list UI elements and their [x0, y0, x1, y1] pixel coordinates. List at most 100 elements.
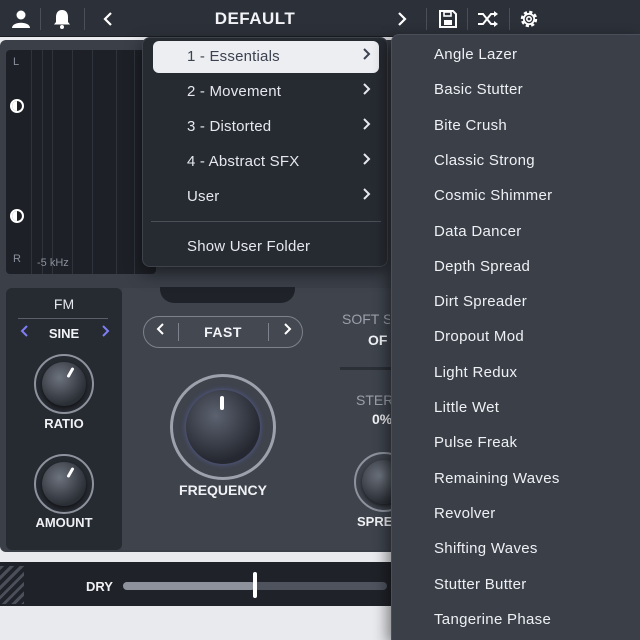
panel-notch [160, 287, 295, 303]
spectrum-analyzer: L R -5 kHz [6, 50, 156, 274]
preset-menu-item[interactable]: Light Redux [392, 355, 640, 390]
menu-item-show-user-folder[interactable]: Show User Folder [153, 231, 379, 263]
divider [84, 8, 85, 30]
amount-label: AMOUNT [35, 515, 93, 530]
preset-menu-item-label: Shifting Waves [434, 540, 538, 558]
amount-knob[interactable] [34, 454, 94, 514]
preset-menu-item[interactable]: Cosmic Shimmer [392, 178, 640, 213]
preset-menu-item[interactable]: Depth Spread [392, 249, 640, 284]
preset-menu-item[interactable]: Shifting Waves [392, 531, 640, 566]
preset-menu-item-label: Stutter Butter [434, 575, 527, 593]
preset-menu-item[interactable]: Data Dancer [392, 214, 640, 249]
decorative-stripes [0, 566, 24, 604]
preset-menu-item-label: Classic Strong [434, 151, 535, 169]
fm-panel: FM SINE RATIO AMOUNT [6, 288, 122, 550]
menu-divider [151, 221, 381, 222]
preset-menu-item[interactable]: Tangerine Phase [392, 602, 640, 637]
channel-left-label: L [13, 56, 20, 68]
menu-item-essentials[interactable]: 1 - Essentials [153, 41, 379, 73]
top-bar: DEFAULT [0, 0, 640, 37]
preset-menu-item-label: Data Dancer [434, 222, 522, 240]
menu-item-movement[interactable]: 2 - Movement [153, 76, 379, 108]
menu-item-label: 1 - Essentials [187, 48, 280, 65]
soft-saturation-value[interactable]: OF [368, 332, 392, 348]
preset-submenu: Angle Lazer Basic Stutter Bite Crush Classi… [391, 34, 640, 640]
channel-right-label: R [13, 253, 21, 265]
preset-menu-item-label: Bite Crush [434, 116, 508, 134]
speed-selector[interactable]: FAST [143, 316, 303, 348]
preset-menu-item[interactable]: Revolver [392, 496, 640, 531]
menu-item-label: 4 - Abstract SFX [187, 153, 300, 170]
chevron-right-icon [362, 181, 371, 213]
preset-menu-item[interactable]: Classic Strong [392, 143, 640, 178]
half-circle-icon[interactable] [10, 209, 24, 223]
preset-menu-item-label: Dirt Spreader [434, 293, 528, 311]
stereo-label: STER [356, 392, 392, 408]
chevron-right-icon[interactable] [392, 0, 412, 37]
soft-saturation-label: SOFT S [342, 311, 390, 327]
save-icon[interactable] [436, 0, 460, 37]
divider [40, 8, 41, 30]
chevron-right-icon [362, 111, 371, 143]
chevron-left-icon[interactable] [20, 324, 30, 342]
dry-label: DRY [86, 579, 113, 594]
ratio-knob[interactable] [34, 354, 94, 414]
shuffle-icon[interactable] [474, 0, 502, 37]
grid-line [72, 50, 73, 274]
preset-menu-item[interactable]: Basic Stutter [392, 72, 640, 107]
chevron-right-icon [362, 76, 371, 108]
spread-label: SPRE [357, 514, 393, 529]
frequency-label: FREQUENCY [179, 482, 267, 498]
ratio-label: RATIO [44, 416, 84, 431]
menu-item-user[interactable]: User [153, 181, 379, 213]
dry-wet-slider[interactable] [123, 572, 387, 598]
preset-menu-item[interactable]: Bite Crush [392, 108, 640, 143]
divider [467, 8, 468, 30]
preset-menu-item[interactable]: Dropout Mod [392, 319, 640, 354]
chevron-right-icon [362, 41, 371, 73]
grid-line [42, 50, 43, 274]
menu-item-abstract-sfx[interactable]: 4 - Abstract SFX [153, 146, 379, 178]
grid-line [134, 50, 135, 274]
preset-menu-item[interactable]: Pulse Freak [392, 425, 640, 460]
preset-menu-item-label: Remaining Waves [434, 469, 560, 487]
frequency-knob[interactable] [170, 374, 276, 480]
preset-menu-item[interactable]: Little Wet [392, 390, 640, 425]
slider-thumb[interactable] [253, 572, 257, 598]
chevron-right-icon[interactable] [272, 317, 302, 347]
preset-menu-item-label: Little Wet [434, 399, 500, 416]
waveform-value[interactable]: SINE [34, 326, 94, 341]
frequency-tick-label: -5 kHz [37, 257, 69, 269]
preset-menu-item-label: Depth Spread [434, 257, 531, 275]
speed-value: FAST [204, 324, 242, 340]
divider [509, 8, 510, 30]
preset-name[interactable]: DEFAULT [180, 0, 330, 37]
preset-menu-item-label: Dropout Mod [434, 328, 525, 346]
grid-line [31, 50, 32, 274]
preset-category-menu: 1 - Essentials 2 - Movement 3 - Distorte… [142, 37, 388, 267]
menu-item-label: 2 - Movement [187, 83, 282, 100]
preset-menu-item[interactable]: Stutter Butter [392, 567, 640, 602]
preset-menu-item[interactable]: Dirt Spreader [392, 284, 640, 319]
preset-menu-item-label: Revolver [434, 504, 496, 522]
preset-menu-item-label: Pulse Freak [434, 434, 518, 452]
bell-icon[interactable] [49, 0, 75, 37]
gear-icon[interactable] [516, 0, 542, 37]
divider [426, 8, 427, 30]
divider [340, 367, 392, 370]
preset-menu-item-label: Tangerine Phase [434, 610, 552, 628]
menu-item-distorted[interactable]: 3 - Distorted [153, 111, 379, 143]
preset-menu-item[interactable]: Remaining Waves [392, 461, 640, 496]
divider [268, 323, 269, 341]
grid-line [92, 50, 93, 274]
preset-menu-item[interactable]: Angle Lazer [392, 37, 640, 72]
half-circle-icon[interactable] [10, 99, 24, 113]
menu-item-label: Show User Folder [187, 238, 311, 255]
preset-menu-item-label: Light Redux [434, 363, 518, 381]
preset-menu-item-label: Basic Stutter [434, 81, 523, 99]
menu-item-label: User [187, 188, 220, 205]
chevron-right-icon[interactable] [100, 324, 110, 342]
chevron-left-icon[interactable] [146, 317, 176, 347]
user-icon[interactable] [8, 0, 34, 37]
chevron-left-icon[interactable] [98, 0, 118, 37]
